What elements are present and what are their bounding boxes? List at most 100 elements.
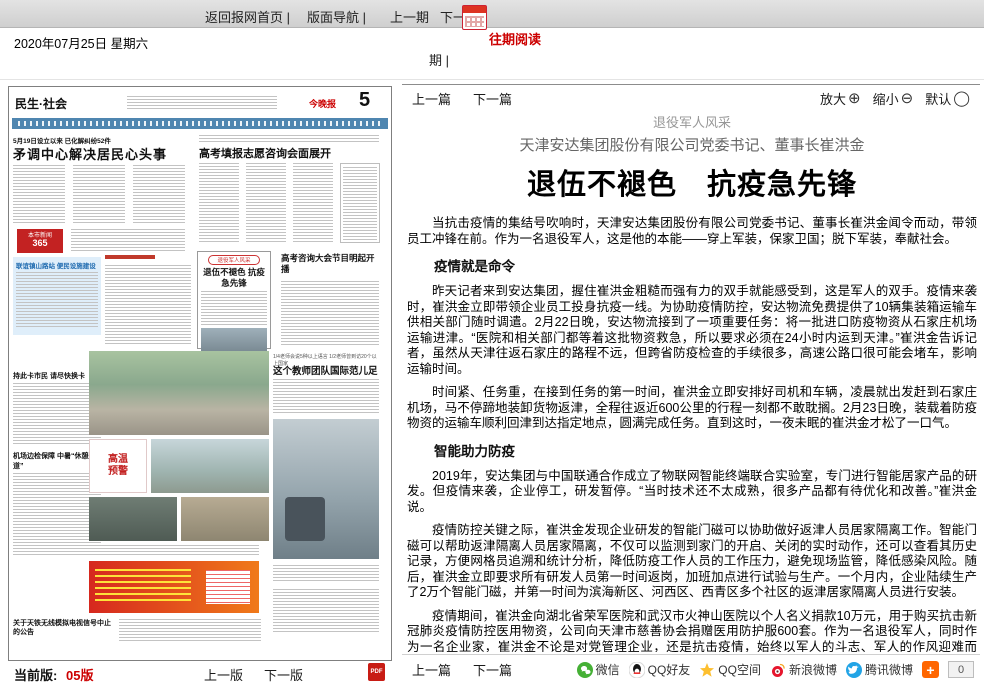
epaper-reader: 返回报网首页 | 版面导航 | 上一期 下一 期 | 往期阅读 2020年07月… (0, 0, 984, 684)
thumb-ad-panel (202, 566, 254, 608)
thumb-heat-warning-tile: 高温预警 (89, 439, 147, 493)
current-date: 2020年07月25日 星期六 (14, 33, 148, 52)
nav-layout-link[interactable]: 版面导航 | (307, 7, 366, 26)
page-thumbnail[interactable]: 民生·社会 今晚报 5 5月19日设立以来 已化解纠纷52件 矛调中心解决居民心… (8, 86, 392, 661)
share-more-button[interactable]: + (922, 661, 939, 678)
article-paragraph: 2019年，安达集团与中国联通合作成立了物联网智能终端联合实验室，专门进行智能居… (407, 469, 977, 516)
article-panel: 上一篇 下一篇 放大 ⊕ 缩小 ⊖ 默认 ◯ 退役军人风采 天津安达集团股份有限… (402, 84, 980, 680)
zoom-out-button[interactable]: 缩小 ⊖ (873, 89, 914, 108)
calendar-icon-grid (465, 16, 484, 27)
thumb-headline-8: 这个教师团队国际范儿足 (273, 363, 381, 377)
thumb-news-badge-line2: 365 (32, 239, 47, 249)
thumb-band-text (18, 121, 382, 126)
thumb-photo-umbrellas (151, 439, 269, 493)
text-block (199, 135, 379, 142)
article-bottom-bar: 上一篇 下一篇 微信 QQ好友 QQ空间 新浪微博 (402, 654, 980, 680)
text-block (13, 383, 101, 445)
share-weibo-button[interactable]: 新浪微博 (770, 661, 837, 678)
text-block (16, 272, 98, 328)
share-wechat-label: 微信 (596, 661, 620, 678)
thumb-headline-5: 联谊镇山路站 便民设施建设 (16, 260, 98, 270)
article-paragraph-text: 疫情期间，崔洪金向湖北省荣军医院和武汉市火神山医院以个人名义捐款10万元，用于购… (407, 609, 977, 653)
share-qq-button[interactable]: QQ好友 (629, 661, 691, 678)
thumb-red-heading (105, 255, 155, 259)
current-page-value: 05版 (66, 665, 93, 684)
article-subtitle: 天津安达集团股份有限公司党委书记、董事长崔洪金 (407, 134, 977, 155)
thumb-photo-classroom (273, 419, 379, 559)
text-block (199, 163, 239, 243)
article-paragraph: 疫情防控关键之际，崔洪金发现企业研发的智能门磁可以协助做好返津人员居家隔离工作。… (407, 523, 977, 601)
article-body: 当抗击疫情的集结号吹响时，天津安达集团股份有限公司党委书记、董事长崔洪金闻令而动… (407, 216, 977, 652)
text-block (281, 281, 379, 345)
wechat-icon (577, 662, 593, 678)
share-qq-label: QQ好友 (648, 661, 691, 678)
thumb-headline-3: 退伍不褪色 抗疫急先锋 (201, 267, 267, 288)
zoom-out-icon: ⊖ (901, 91, 914, 106)
text-block (13, 473, 101, 555)
pdf-icon-label: PDF (371, 669, 383, 675)
calendar-icon-header (463, 6, 486, 13)
next-article-link[interactable]: 下一篇 (473, 89, 512, 108)
thumb-headline-2: 高考填报志愿咨询会面展开 (199, 145, 381, 161)
next-article-link-bottom[interactable]: 下一篇 (473, 660, 512, 679)
thumb-photo-street (89, 351, 269, 435)
article-paragraph: 当抗击疫情的集结号吹响时，天津安达集团股份有限公司党委书记、董事长崔洪金闻令而动… (407, 216, 977, 247)
thumb-headline-1: 矛调中心解决居民心头事 (13, 144, 187, 163)
text-block (133, 165, 185, 225)
nav-home-link[interactable]: 返回报网首页 | (205, 7, 290, 26)
article-section-heading: 智能助力防疫 (407, 440, 977, 460)
text-block (73, 165, 125, 225)
share-tencent-weibo-button[interactable]: 腾讯微博 (846, 661, 913, 678)
share-qzone-button[interactable]: QQ空间 (699, 661, 761, 678)
next-page-link[interactable]: 下一版 (264, 665, 303, 684)
top-nav-bar: 返回报网首页 | 版面导航 | 上一期 下一 (0, 0, 984, 28)
prev-article-link-bottom[interactable]: 上一篇 (412, 660, 451, 679)
thumb-headline-7: 机场边检保障 中暑“休憩通道” (13, 451, 101, 471)
zoom-reset-label: 默认 (925, 89, 951, 108)
prev-page-link[interactable]: 上一版 (204, 665, 243, 684)
current-page-label: 当前版: (14, 665, 57, 684)
text-block (89, 545, 259, 557)
share-wechat-button[interactable]: 微信 (577, 661, 620, 678)
nav-prev-issue-link[interactable]: 上一期 (390, 7, 429, 26)
thumb-photo-collage: 高温预警 (89, 351, 269, 541)
thumb-masthead-band (12, 118, 388, 129)
zoom-in-icon: ⊕ (848, 91, 861, 106)
share-count-badge[interactable]: 0 (948, 661, 974, 678)
article-title: 退伍不褪色 抗疫急先锋 (407, 161, 977, 203)
text-block (273, 565, 379, 583)
thumb-news-badge: 本市新闻 365 (17, 229, 63, 253)
text-block (293, 163, 333, 243)
share-plus-icon: + (926, 662, 934, 678)
calendar-icon[interactable] (462, 5, 487, 30)
thumb-photo-people (89, 497, 177, 541)
zoom-in-label: 放大 (820, 89, 846, 108)
thumb-masthead-info (127, 96, 277, 109)
zoom-controls: 放大 ⊕ 缩小 ⊖ 默认 ◯ (820, 89, 970, 108)
text-block (105, 265, 191, 345)
text-block (340, 163, 380, 243)
share-weibo-label: 新浪微博 (789, 661, 837, 678)
prev-article-link[interactable]: 上一篇 (412, 89, 451, 108)
zoom-out-label: 缩小 (873, 89, 899, 108)
qzone-star-icon (699, 662, 715, 678)
thumb-headline-10: 关于天铁无线模拟电视信号中止的公告 (13, 619, 113, 638)
share-qzone-label: QQ空间 (718, 661, 761, 678)
thumb-paper-name: 今晚报 (309, 97, 336, 110)
nav-next-issue-wrap[interactable]: 期 | (429, 50, 449, 69)
thumb-feature-box: 退役军人风采 退伍不褪色 抗疫急先锋 (197, 251, 271, 349)
zoom-in-button[interactable]: 放大 ⊕ (820, 89, 861, 108)
thumb-photo-park (181, 497, 269, 541)
thumb-page-number: 5 (359, 89, 370, 112)
pdf-icon[interactable]: PDF (368, 663, 385, 681)
qq-penguin-icon (629, 662, 645, 678)
text-block (119, 619, 261, 643)
zoom-reset-button[interactable]: 默认 ◯ (925, 89, 970, 108)
text-block (273, 589, 379, 633)
thumb-headline-9: 高温预警 (106, 454, 131, 478)
text-block (273, 379, 379, 413)
past-issues-link[interactable]: 往期阅读 (489, 29, 541, 48)
header-divider (0, 79, 984, 80)
thumb-table-block: 联谊镇山路站 便民设施建设 (13, 257, 101, 335)
sina-weibo-icon (770, 662, 786, 678)
